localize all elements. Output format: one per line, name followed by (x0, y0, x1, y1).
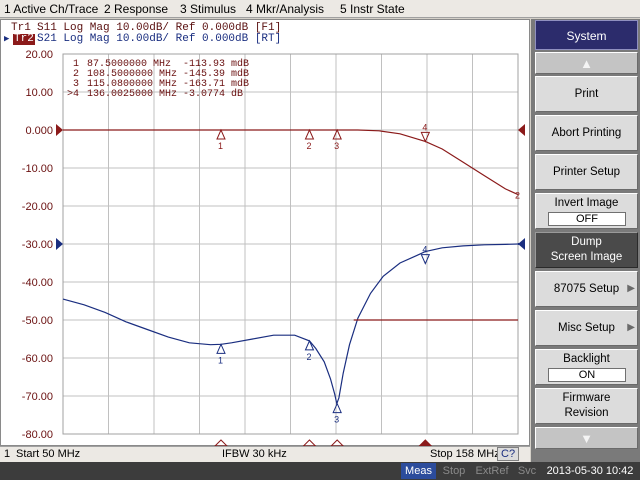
marker-1-s21-label: 1 (218, 355, 223, 365)
trace-display[interactable]: Tr1 S11 Log Mag 10.00dB/ Ref 0.000dB [F1… (0, 19, 530, 447)
scroll-down-button[interactable]: ▼ (535, 427, 638, 449)
softkey-panel: System ▲ Print Abort Printing Printer Se… (531, 19, 640, 462)
invert-image-label: Invert Image (554, 197, 619, 209)
misc-setup-label: Misc Setup (558, 322, 615, 334)
menu-instr-state[interactable]: 5 Instr State (340, 2, 405, 16)
menu-response[interactable]: 2 Response (104, 2, 168, 16)
firmware-revision-button[interactable]: Firmware Revision (535, 388, 638, 424)
date-time: 2013-05-30 10:42 (546, 465, 634, 477)
menu-stimulus[interactable]: 3 Stimulus (180, 2, 236, 16)
marker-readout-frequency: 136.0025000 MHz (87, 89, 177, 100)
invert-image-button[interactable]: Invert Image OFF (535, 193, 638, 229)
marker-2-s21-triangle (304, 339, 315, 351)
marker-1-s11-label: 1 (218, 141, 223, 151)
backlight-button[interactable]: Backlight ON (535, 349, 638, 385)
87075-setup-button[interactable]: 87075 Setup ▶ (535, 271, 638, 307)
menu-mkr-analysis[interactable]: 4 Mkr/Analysis (246, 2, 324, 16)
extref-indicator: ExtRef (475, 465, 509, 477)
y-tick-label: -40.00 (22, 277, 53, 289)
meas-indicator: Meas (401, 463, 436, 479)
y-tick-label: -70.00 (22, 391, 53, 403)
print-label: Print (574, 88, 599, 100)
marker-3-s21-label: 3 (334, 415, 339, 425)
svc-indicator: Svc (517, 465, 537, 477)
printer-setup-label: Printer Setup (552, 166, 621, 178)
marker-readout-value: -3.0774 dB (183, 88, 243, 100)
dump-label: Dump (571, 236, 602, 248)
marker-4-s21-label: 4 (422, 245, 427, 255)
marker-2-s21-label: 2 (306, 352, 311, 362)
y-tick-label: -20.00 (22, 201, 53, 213)
trace-chart: 20.00 10.00 0.000 -10.00 -20.00 -30.00 -40.00 -… (22, 49, 525, 447)
stop-frequency[interactable]: Stop 158 MHz (430, 448, 500, 460)
ifbw-value[interactable]: IFBW 30 kHz (222, 448, 287, 460)
y-tick-label: -80.00 (22, 429, 53, 441)
marker-2-s11-triangle (304, 128, 315, 140)
revision-label: Revision (564, 407, 609, 419)
channel-number: 1 (4, 448, 11, 460)
marker-4-s21-triangle (420, 254, 431, 265)
screen-image-label: Screen Image (550, 251, 623, 263)
softkey-title-label: System (566, 29, 607, 43)
dump-screen-image-button[interactable]: Dump Screen Image (535, 232, 638, 268)
marker-1-s11-triangle (216, 128, 226, 140)
backlight-label: Backlight (563, 353, 610, 365)
marker-2-s11-label: 2 (306, 141, 311, 151)
scroll-up-button[interactable]: ▲ (535, 52, 638, 74)
printer-setup-button[interactable]: Printer Setup (535, 154, 638, 190)
submenu-arrow-icon: ▶ (627, 283, 635, 294)
marker-4-s11-label: 4 (422, 122, 427, 132)
marker-readout-id: >4 (67, 89, 79, 100)
s11-end-label: 2 (515, 191, 520, 201)
y-tick-label: -50.00 (22, 315, 53, 327)
y-tick-label: -60.00 (22, 353, 53, 365)
menu-bar: 1 Active Ch/Trace 2 Response 3 Stimulus … (0, 0, 640, 18)
correction-status: C? (497, 447, 520, 461)
marker-3-s11-label: 3 (334, 141, 339, 151)
abort-printing-button[interactable]: Abort Printing (535, 115, 638, 151)
ref-left-s21-arrow-icon (56, 238, 63, 250)
menu-active-ch-trace[interactable]: 1 Active Ch/Trace (4, 2, 98, 16)
marker-3-s21-triangle (332, 402, 342, 414)
softkey-title-system: System (535, 20, 638, 50)
submenu-arrow-icon: ▶ (627, 322, 635, 333)
backlight-value: ON (548, 368, 626, 382)
start-frequency[interactable]: Start 50 MHz (16, 448, 80, 460)
marker-1-s21-triangle (216, 343, 226, 354)
triangle-down-icon: ▼ (580, 431, 593, 446)
y-tick-label: -10.00 (22, 163, 53, 175)
ref-left-s11-arrow-icon (56, 124, 63, 136)
triangle-up-icon: ▲ (580, 56, 593, 71)
y-tick-label: 10.00 (25, 87, 53, 99)
marker-3-s11-triangle (332, 128, 342, 140)
print-button[interactable]: Print (535, 76, 638, 112)
instrument-status-bar: Meas Stop ExtRef Svc 2013-05-30 10:42 (0, 462, 640, 480)
y-tick-label: 0.000 (25, 125, 53, 137)
invert-image-value: OFF (548, 212, 626, 226)
firmware-label: Firmware (562, 392, 611, 404)
stop-indicator: Stop (442, 465, 466, 477)
ref-right-s11-arrow-icon (518, 124, 525, 136)
87075-setup-label: 87075 Setup (553, 283, 620, 295)
y-tick-label: -30.00 (22, 239, 53, 251)
y-tick-label: 20.00 (25, 49, 53, 61)
abort-printing-label: Abort Printing (551, 127, 622, 139)
misc-setup-button[interactable]: Misc Setup ▶ (535, 310, 638, 346)
channel-status-bar: 1 Start 50 MHz IFBW 30 kHz Stop 158 MHz … (0, 446, 530, 462)
